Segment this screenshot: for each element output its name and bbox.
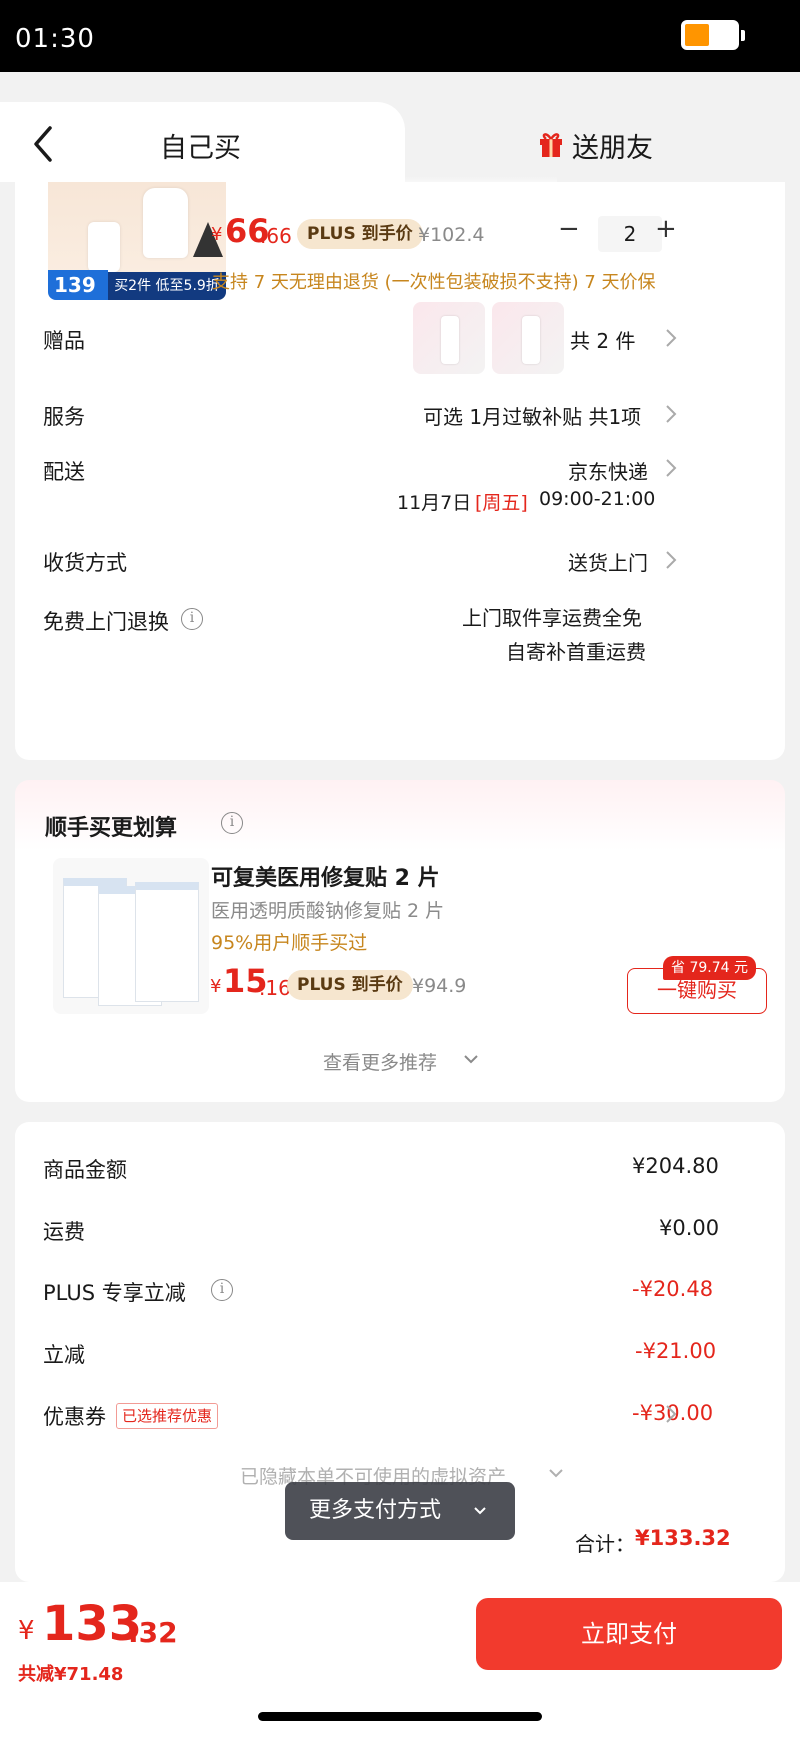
product-price-dec: .66 (260, 224, 292, 248)
gift-icon (540, 133, 562, 157)
summary-plus-discount-label: PLUS 专享立减 (43, 1281, 186, 1305)
receive-method-value[interactable]: 送货上门 (568, 547, 648, 576)
more-payment-chevron-icon (474, 1507, 486, 1515)
back-arrow-icon[interactable] (28, 124, 58, 164)
return-policy-text: 支持 7 天无理由退货 (一次性包装破损不支持) 7 天价保 (212, 272, 656, 293)
more-payment-button[interactable]: 更多支付方式 (285, 1482, 515, 1540)
summary-shipping-value: ¥0.00 (659, 1216, 720, 1240)
recommend-card: 顺手买更划算 i 可复美医用修复贴 2 片 医用透明质酸钠修复贴 2 片 95%… (15, 780, 785, 1102)
summary-shipping-label: 运费 (43, 1220, 85, 1244)
recommend-price-symbol: ¥ (210, 976, 222, 997)
status-time: 01:30 (15, 24, 95, 54)
receive-chevron-icon (666, 551, 677, 569)
order-item-card: 139 买2件 低至5.9折 ¥ 66 .66 PLUS 到手价 ¥102.4 … (15, 176, 785, 760)
product-original-price: ¥102.4 (418, 224, 485, 246)
product-image[interactable]: 139 买2件 低至5.9折 (48, 182, 226, 300)
summary-coupon-label: 优惠券 (43, 1405, 106, 1429)
summary-instant-discount-label: 立减 (43, 1343, 85, 1367)
delivery-weekday: [周五] (475, 492, 528, 514)
top-tab-bar (0, 72, 800, 182)
summary-instant-discount-value: -¥21.00 (635, 1339, 717, 1363)
pay-now-button[interactable]: 立即支付 (476, 1598, 782, 1670)
recommend-product-name[interactable]: 可复美医用修复贴 2 片 (211, 860, 440, 892)
gift-thumbnail-2[interactable] (492, 302, 564, 374)
free-return-line1: 上门取件享运费全免 (462, 606, 642, 630)
recommend-title: 顺手买更划算 (45, 816, 178, 841)
delivery-time: 09:00-21:00 (539, 488, 656, 510)
service-label: 服务 (43, 405, 85, 429)
bottom-saved-amount: 共减¥71.48 (18, 1664, 124, 1685)
bottom-price-dec: .32 (128, 1616, 178, 1649)
recommend-price-dec: .16 (259, 976, 291, 1000)
recommend-original-price: ¥94.9 (412, 975, 467, 997)
more-recommend-link[interactable]: 查看更多推荐 (323, 1048, 437, 1075)
coupon-chevron-icon (666, 1405, 677, 1423)
summary-goods-value: ¥204.80 (632, 1154, 719, 1178)
gift-count[interactable]: 共 2 件 (570, 325, 635, 354)
recommend-product-image[interactable] (53, 858, 209, 1014)
recommend-info-icon[interactable]: i (221, 812, 243, 834)
total-value: ¥133.32 (635, 1526, 731, 1550)
more-payment-label: 更多支付方式 (309, 1498, 442, 1523)
home-indicator (258, 1712, 542, 1721)
free-return-info-icon[interactable]: i (181, 608, 203, 630)
status-bar: 01:30 (0, 0, 800, 72)
image-price-badge: 139 (48, 270, 108, 300)
gift-chevron-icon (666, 329, 677, 347)
gift-thumbnail-1[interactable] (413, 302, 485, 374)
summary-plus-discount-value: -¥20.48 (632, 1277, 714, 1301)
hidden-assets-chevron-icon (549, 1469, 563, 1478)
free-return-line2: 自寄补首重运费 (506, 640, 646, 664)
recommend-buy-rate: 95%用户顺手买过 (211, 932, 368, 954)
service-value[interactable]: 可选 1月过敏补贴 共1项 (423, 401, 641, 430)
delivery-carrier[interactable]: 京东快递 (568, 456, 648, 485)
summary-goods-label: 商品金额 (43, 1158, 127, 1182)
delivery-date: 11月7日 (397, 492, 472, 514)
battery-icon (681, 20, 745, 50)
image-deal-badge: 买2件 低至5.9折 (108, 272, 226, 300)
receive-method-label: 收货方式 (43, 551, 127, 575)
tab-self[interactable]: 自己买 (160, 126, 241, 165)
delivery-label: 配送 (43, 460, 85, 484)
quantity-input[interactable]: 2 (598, 216, 662, 252)
product-price-symbol: ¥ (211, 224, 223, 245)
more-recommend-chevron-icon (464, 1055, 478, 1064)
quantity-plus-button[interactable]: + (655, 214, 677, 244)
free-return-label: 免费上门退换 (43, 610, 169, 634)
recommend-plus-tag: PLUS 到手价 (287, 970, 413, 1000)
plus-price-tag: PLUS 到手价 (297, 219, 423, 249)
coupon-selected-tag: 已选推荐优惠 (116, 1403, 219, 1429)
delivery-chevron-icon (666, 459, 677, 477)
service-chevron-icon (666, 405, 677, 423)
plus-discount-info-icon[interactable]: i (211, 1279, 233, 1301)
tab-gift[interactable]: 送朋友 (572, 126, 653, 165)
gift-label: 赠品 (43, 329, 85, 353)
bottom-price-symbol: ¥ (18, 1616, 35, 1646)
recommend-product-desc: 医用透明质酸钠修复贴 2 片 (211, 900, 445, 922)
total-label: 合计： (575, 1532, 635, 1556)
quantity-minus-button[interactable]: − (558, 214, 580, 244)
save-amount-tag: 省 79.74 元 (663, 956, 756, 980)
